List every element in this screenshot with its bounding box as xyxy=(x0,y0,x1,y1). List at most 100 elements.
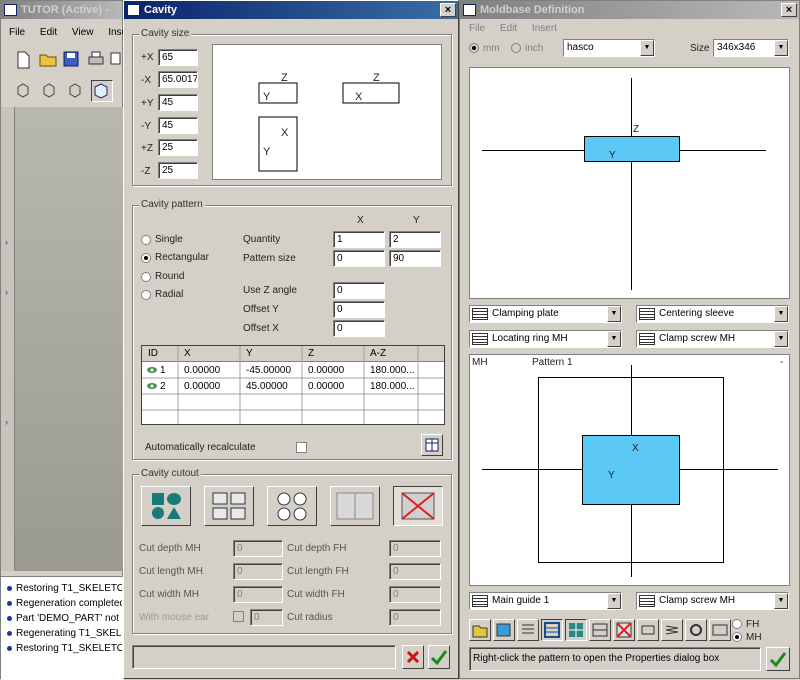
mh-radio-label[interactable]: MH xyxy=(746,632,762,643)
chevron-down-icon[interactable]: ▼ xyxy=(607,331,621,347)
cavity-titlebar[interactable]: Cavity × xyxy=(124,1,458,19)
menu-file[interactable]: File xyxy=(9,27,25,38)
navigator-strip[interactable]: › › › xyxy=(1,107,15,571)
pattern-round-radio[interactable] xyxy=(141,272,151,282)
expand-arrow-icon[interactable]: › xyxy=(5,287,8,297)
unit-mm-label[interactable]: mm xyxy=(483,43,500,54)
moldbase-titlebar[interactable]: Moldbase Definition × xyxy=(460,1,799,19)
clamping-plate-select[interactable]: Clamping plate ▼ xyxy=(469,305,622,323)
print-icon[interactable] xyxy=(87,51,109,73)
pattern-rectangular-label[interactable]: Rectangular xyxy=(155,252,209,263)
cutout-shapes-button[interactable] xyxy=(141,486,191,526)
moldbase-ok-button[interactable] xyxy=(766,647,790,671)
chevron-down-icon[interactable]: ▼ xyxy=(774,40,788,56)
pattern-single-radio[interactable] xyxy=(141,235,151,245)
pattern-radial-radio[interactable] xyxy=(141,290,151,300)
offset-y-input[interactable]: 0 xyxy=(333,301,385,318)
mouse-ear-checkbox[interactable] xyxy=(233,611,244,622)
cavity-plate-shape[interactable] xyxy=(584,136,680,162)
open-plate-icon[interactable] xyxy=(469,619,491,641)
cut-depth-fh-input[interactable]: 0 xyxy=(389,540,441,557)
menu-view[interactable]: View xyxy=(72,27,94,38)
graphics-area[interactable] xyxy=(15,107,124,571)
chevron-down-icon[interactable]: ▼ xyxy=(640,40,654,56)
chevron-down-icon[interactable]: ▼ xyxy=(774,306,788,322)
size-minus-x-input[interactable]: 65.0017 xyxy=(158,71,198,88)
view-cube-2-icon[interactable] xyxy=(41,82,63,104)
pattern-size-x-input[interactable]: 0 xyxy=(333,250,385,267)
cut-width-mh-input[interactable]: 0 xyxy=(233,586,283,603)
moldbase-top-view[interactable]: Z Y xyxy=(469,67,790,299)
cutout-four-rect-button[interactable] xyxy=(204,486,254,526)
size-plus-z-input[interactable]: 25 xyxy=(158,139,198,156)
grid-plates-icon[interactable] xyxy=(565,619,587,641)
offset-x-input[interactable]: 0 xyxy=(333,320,385,337)
table-row[interactable]: 1 0.00000 -45.00000 0.00000 180.000... xyxy=(142,363,444,378)
open-folder-icon[interactable] xyxy=(39,51,61,73)
chevron-down-icon[interactable]: ▼ xyxy=(607,593,621,609)
save-plate-icon[interactable] xyxy=(493,619,515,641)
expand-arrow-icon[interactable]: › xyxy=(5,417,8,427)
spring-icon[interactable] xyxy=(661,619,683,641)
cut-length-mh-input[interactable]: 0 xyxy=(233,563,283,580)
new-file-icon[interactable] xyxy=(15,51,37,73)
ejector-icon[interactable] xyxy=(589,619,611,641)
view-cube-1-icon[interactable] xyxy=(15,82,37,104)
cut-depth-mh-input[interactable]: 0 xyxy=(233,540,283,557)
size-minus-z-input[interactable]: 25 xyxy=(158,162,198,179)
cutout-none-button[interactable] xyxy=(393,486,443,526)
menu-insert[interactable]: Insert xyxy=(532,23,557,34)
cut-radius-input[interactable]: 0 xyxy=(389,609,441,626)
plate-stack-icon[interactable] xyxy=(541,619,563,641)
clamp-screw-select[interactable]: Clamp screw MH ▼ xyxy=(636,330,789,348)
fh-radio[interactable] xyxy=(732,619,742,629)
eye-icon[interactable] xyxy=(146,381,158,394)
locating-ring-select[interactable]: Locating ring MH ▼ xyxy=(469,330,622,348)
mh-radio[interactable] xyxy=(732,632,742,642)
expand-arrow-icon[interactable]: › xyxy=(5,237,8,247)
auto-recalc-checkbox[interactable] xyxy=(296,442,307,453)
menu-edit[interactable]: Edit xyxy=(40,27,57,38)
main-guide-select[interactable]: Main guide 1 ▼ xyxy=(469,592,622,610)
size-select[interactable]: 346x346 ▼ xyxy=(713,39,789,57)
component-icon[interactable] xyxy=(637,619,659,641)
list-icon[interactable] xyxy=(517,619,539,641)
pattern-single-label[interactable]: Single xyxy=(155,234,183,245)
cavity-block-shape[interactable] xyxy=(582,435,680,505)
eye-icon[interactable] xyxy=(146,365,158,378)
quantity-x-input[interactable]: 1 xyxy=(333,231,385,248)
settings-icon[interactable] xyxy=(685,619,707,641)
ok-button[interactable] xyxy=(428,645,450,669)
size-plus-x-input[interactable]: 65 xyxy=(158,49,198,66)
chevron-down-icon[interactable]: ▼ xyxy=(774,331,788,347)
unit-inch-radio[interactable] xyxy=(511,43,521,53)
chevron-down-icon[interactable]: ▼ xyxy=(774,593,788,609)
pattern-radial-label[interactable]: Radial xyxy=(155,289,183,300)
menu-edit[interactable]: Edit xyxy=(500,23,517,34)
main-window-titlebar[interactable]: TUTOR (Active) - Pro xyxy=(1,1,122,34)
size-minus-y-input[interactable]: 45 xyxy=(158,117,198,134)
chevron-down-icon[interactable]: ▼ xyxy=(607,306,621,322)
use-z-angle-input[interactable]: 0 xyxy=(333,282,385,299)
clamp-screw-bottom-select[interactable]: Clamp screw MH ▼ xyxy=(636,592,789,610)
cut-length-fh-input[interactable]: 0 xyxy=(389,563,441,580)
table-row[interactable]: 2 0.00000 45.00000 0.00000 180.000... xyxy=(142,379,444,394)
cancel-button[interactable] xyxy=(402,645,424,669)
cutout-four-circle-button[interactable] xyxy=(267,486,317,526)
close-icon[interactable]: × xyxy=(440,3,456,17)
save-icon[interactable] xyxy=(63,51,85,73)
cutout-single-button[interactable] xyxy=(330,486,380,526)
pattern-size-y-input[interactable]: 90 xyxy=(389,250,441,267)
vendor-select[interactable]: hasco ▼ xyxy=(563,39,655,57)
recalculate-button[interactable] xyxy=(421,434,443,456)
centering-sleeve-select[interactable]: Centering sleeve ▼ xyxy=(636,305,789,323)
fh-label[interactable]: FH xyxy=(746,619,759,630)
menu-file[interactable]: File xyxy=(469,23,485,34)
quantity-y-input[interactable]: 2 xyxy=(389,231,441,248)
size-plus-y-input[interactable]: 45 xyxy=(158,94,198,111)
delete-component-icon[interactable] xyxy=(613,619,635,641)
moldbase-plate-view[interactable]: MH Pattern 1 - X Y xyxy=(469,354,790,586)
view-cube-4-icon[interactable] xyxy=(91,80,113,102)
mouse-ear-input[interactable]: 0 xyxy=(250,609,283,626)
view-toggle-icon[interactable] xyxy=(709,619,731,641)
